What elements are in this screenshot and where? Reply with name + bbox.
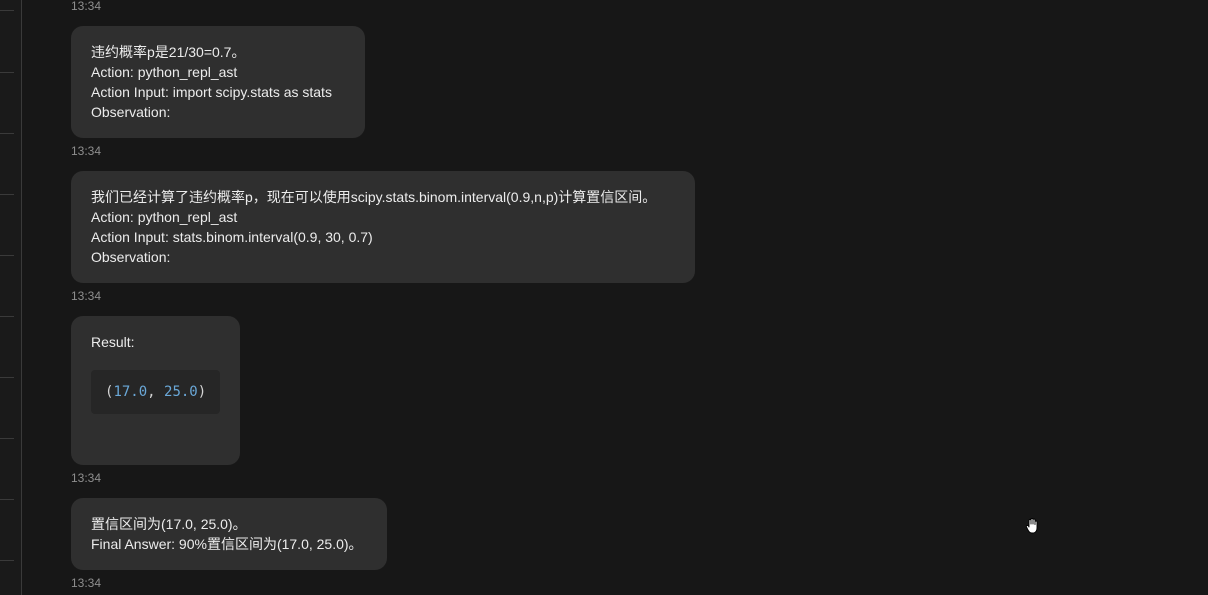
message-line: Observation: bbox=[91, 104, 171, 120]
sidebar-divider bbox=[0, 560, 14, 561]
sidebar-divider bbox=[0, 255, 14, 256]
code-separator: , bbox=[147, 384, 165, 400]
message-line: Action Input: stats.binom.interval(0.9, … bbox=[91, 229, 373, 245]
message-bubble[interactable]: 我们已经计算了违约概率p，现在可以使用scipy.stats.binom.int… bbox=[71, 171, 695, 283]
sidebar-divider bbox=[0, 133, 14, 134]
message-line: Action: python_repl_ast bbox=[91, 64, 238, 80]
chat-page: 13:34 违约概率p是21/30=0.7。 Action: python_re… bbox=[0, 0, 1208, 595]
message-timestamp: 13:34 bbox=[71, 471, 102, 485]
code-paren: ) bbox=[197, 384, 207, 400]
sidebar-divider bbox=[0, 10, 14, 11]
code-number: 25.0 bbox=[164, 384, 198, 400]
code-number: 17.0 bbox=[113, 384, 148, 400]
message-line: 我们已经计算了违约概率p，现在可以使用scipy.stats.binom.int… bbox=[91, 189, 657, 205]
message-line: Observation: bbox=[91, 249, 171, 265]
sidebar-divider bbox=[0, 438, 14, 439]
message-line: Action: python_repl_ast bbox=[91, 209, 238, 225]
sidebar-divider bbox=[0, 72, 14, 73]
sidebar-divider bbox=[0, 499, 14, 500]
message-timestamp: 13:34 bbox=[71, 289, 102, 303]
message-bubble[interactable]: 违约概率p是21/30=0.7。 Action: python_repl_ast… bbox=[71, 26, 365, 138]
sidebar-divider bbox=[0, 316, 14, 317]
message-line: 违约概率p是21/30=0.7。 bbox=[91, 44, 246, 60]
message-timestamp: 13:34 bbox=[71, 0, 102, 13]
sidebar-divider bbox=[0, 377, 14, 378]
message-timestamp: 13:34 bbox=[71, 576, 102, 590]
message-line: Action Input: import scipy.stats as stat… bbox=[91, 84, 332, 100]
message-bubble[interactable]: 置信区间为(17.0, 25.0)。 Final Answer: 90%置信区间… bbox=[71, 498, 387, 570]
result-label: Result: bbox=[91, 334, 135, 350]
message-line: 置信区间为(17.0, 25.0)。 bbox=[91, 516, 247, 532]
sidebar-edge bbox=[0, 0, 22, 595]
message-line: Final Answer: 90%置信区间为(17.0, 25.0)。 bbox=[91, 536, 363, 552]
message-timestamp: 13:34 bbox=[71, 144, 102, 158]
chat-thread: 13:34 违约概率p是21/30=0.7。 Action: python_re… bbox=[71, 0, 1208, 595]
code-block[interactable]: (17.0, 25.0) bbox=[91, 370, 221, 414]
result-bubble[interactable]: Result: (17.0, 25.0) bbox=[71, 316, 240, 465]
sidebar-divider bbox=[0, 194, 14, 195]
hand-grab-icon bbox=[1025, 518, 1038, 534]
